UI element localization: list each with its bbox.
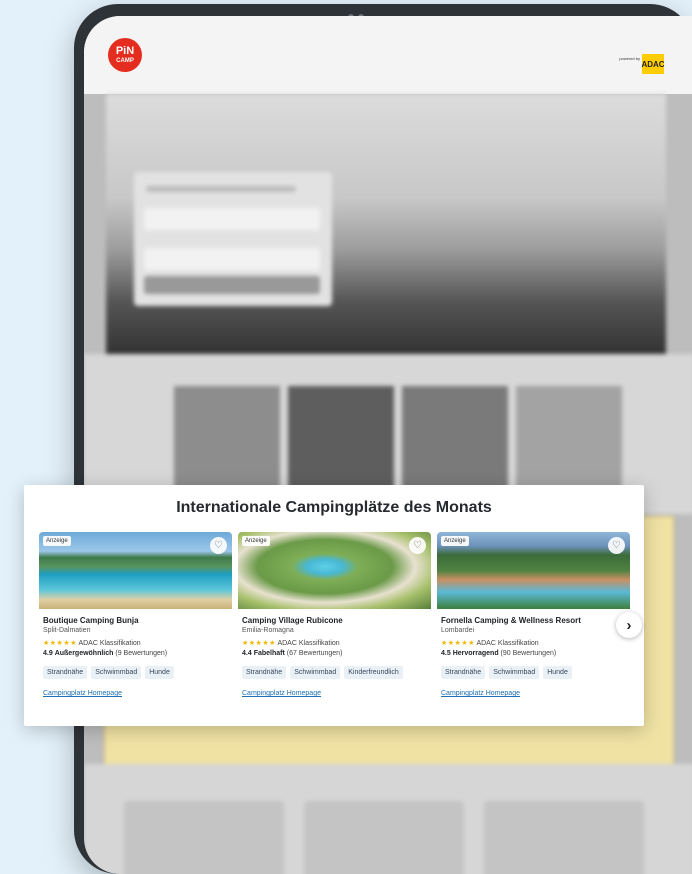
review-count: (9 Bewertungen) [115,650,168,657]
score-label: Hervorragend [452,650,499,657]
campsite-region: Lombardei [441,627,475,634]
tag: Schwimmbad [91,666,142,679]
star-rating-icon: ★★★★★ [242,640,276,647]
score-label: Fabelhaft [253,650,285,657]
section-title: Internationale Campingplätze des Monats [176,499,492,516]
score-value: 4.5 [441,650,451,657]
score-value: 4.4 [242,650,252,657]
campsite-card[interactable]: Anzeige ♡ Camping Village Rubicone Emili… [238,532,431,712]
feature-tags: Strandnähe Schwimmbad Hunde [43,666,174,679]
campsite-image[interactable]: Anzeige ♡ [437,532,630,609]
blurred-background [84,94,692,874]
hero-search-box [134,172,332,306]
heart-icon[interactable]: ♡ [210,537,227,554]
review-score: 4.4 Fabelhaft (67 Bewertungen) [242,650,342,657]
thumbnail [402,386,508,490]
campsite-image[interactable]: Anzeige ♡ [39,532,232,609]
ad-badge: Anzeige [43,536,71,546]
tag: Kinderfreundlich [344,666,403,679]
logo-text: PiN [115,45,135,57]
bottom-card [304,801,464,874]
classification: ★★★★★ ADAC Klassifikation [441,639,539,647]
tag: Hunde [145,666,174,679]
feature-tags: Strandnähe Schwimmbad Hunde [441,666,572,679]
campsite-card[interactable]: Anzeige ♡ Fornella Camping & Wellness Re… [437,532,630,712]
bottom-card [124,801,284,874]
thumbnail [174,386,280,490]
star-rating-icon: ★★★★★ [441,640,475,647]
review-score: 4.5 Hervorragend (90 Bewertungen) [441,650,556,657]
tag: Strandnähe [43,666,88,679]
tag: Schwimmbad [489,666,540,679]
adac-logo: ADAC [641,54,665,74]
logo-subtext: CAMP [116,58,134,64]
campsite-image[interactable]: Anzeige ♡ [238,532,431,609]
classification: ★★★★★ ADAC Klassifikation [43,639,141,647]
homepage-link[interactable]: Campingplatz Homepage [43,690,122,697]
review-count: (90 Bewertungen) [500,650,557,657]
tag: Strandnähe [242,666,287,679]
feature-tags: Strandnähe Schwimmbad Kinderfreundlich [242,666,403,679]
ad-badge: Anzeige [242,536,270,546]
classification-label: ADAC Klassifikation [277,640,340,647]
campsite-name[interactable]: Boutique Camping Bunja [43,616,139,625]
ad-badge: Anzeige [441,536,469,546]
thumbnail [516,386,622,490]
tag: Strandnähe [441,666,486,679]
classification: ★★★★★ ADAC Klassifikation [242,639,340,647]
bottom-card [484,801,644,874]
review-score: 4.9 Außergewöhnlich (9 Bewertungen) [43,650,167,657]
search-headline [146,186,296,192]
campsite-name[interactable]: Fornella Camping & Wellness Resort [441,616,581,625]
tag: Hunde [543,666,572,679]
search-button [144,276,320,294]
campsite-region: Split-Dalmatien [43,627,91,634]
thumbnail [288,386,394,490]
score-value: 4.9 [43,650,53,657]
date-field [144,248,320,270]
campsites-of-month-panel: Internationale Campingplätze des Monats … [24,485,644,726]
powered-by-text: powered by [619,56,640,61]
adac-partner: powered by ADAC [619,54,665,74]
heart-icon[interactable]: ♡ [409,537,426,554]
site-header: PiN CAMP powered by ADAC [84,16,692,94]
tablet-frame: PiN CAMP powered by ADAC [74,4,692,874]
homepage-link[interactable]: Campingplatz Homepage [242,690,321,697]
campsite-card[interactable]: Anzeige ♡ Boutique Camping Bunja Split-D… [39,532,232,712]
star-rating-icon: ★★★★★ [43,640,77,647]
campsite-name[interactable]: Camping Village Rubicone [242,616,343,625]
tag: Schwimmbad [290,666,341,679]
search-field [144,208,320,230]
score-label: Außergewöhnlich [54,650,114,657]
pincamp-logo[interactable]: PiN CAMP [108,38,142,72]
homepage-link[interactable]: Campingplatz Homepage [441,690,520,697]
chevron-right-icon[interactable]: › [616,612,642,638]
campsite-region: Emilia-Romagna [242,627,294,634]
heart-icon[interactable]: ♡ [608,537,625,554]
tablet-screen: PiN CAMP powered by ADAC [84,16,692,874]
review-count: (67 Bewertungen) [286,650,343,657]
classification-label: ADAC Klassifikation [78,640,141,647]
classification-label: ADAC Klassifikation [476,640,539,647]
